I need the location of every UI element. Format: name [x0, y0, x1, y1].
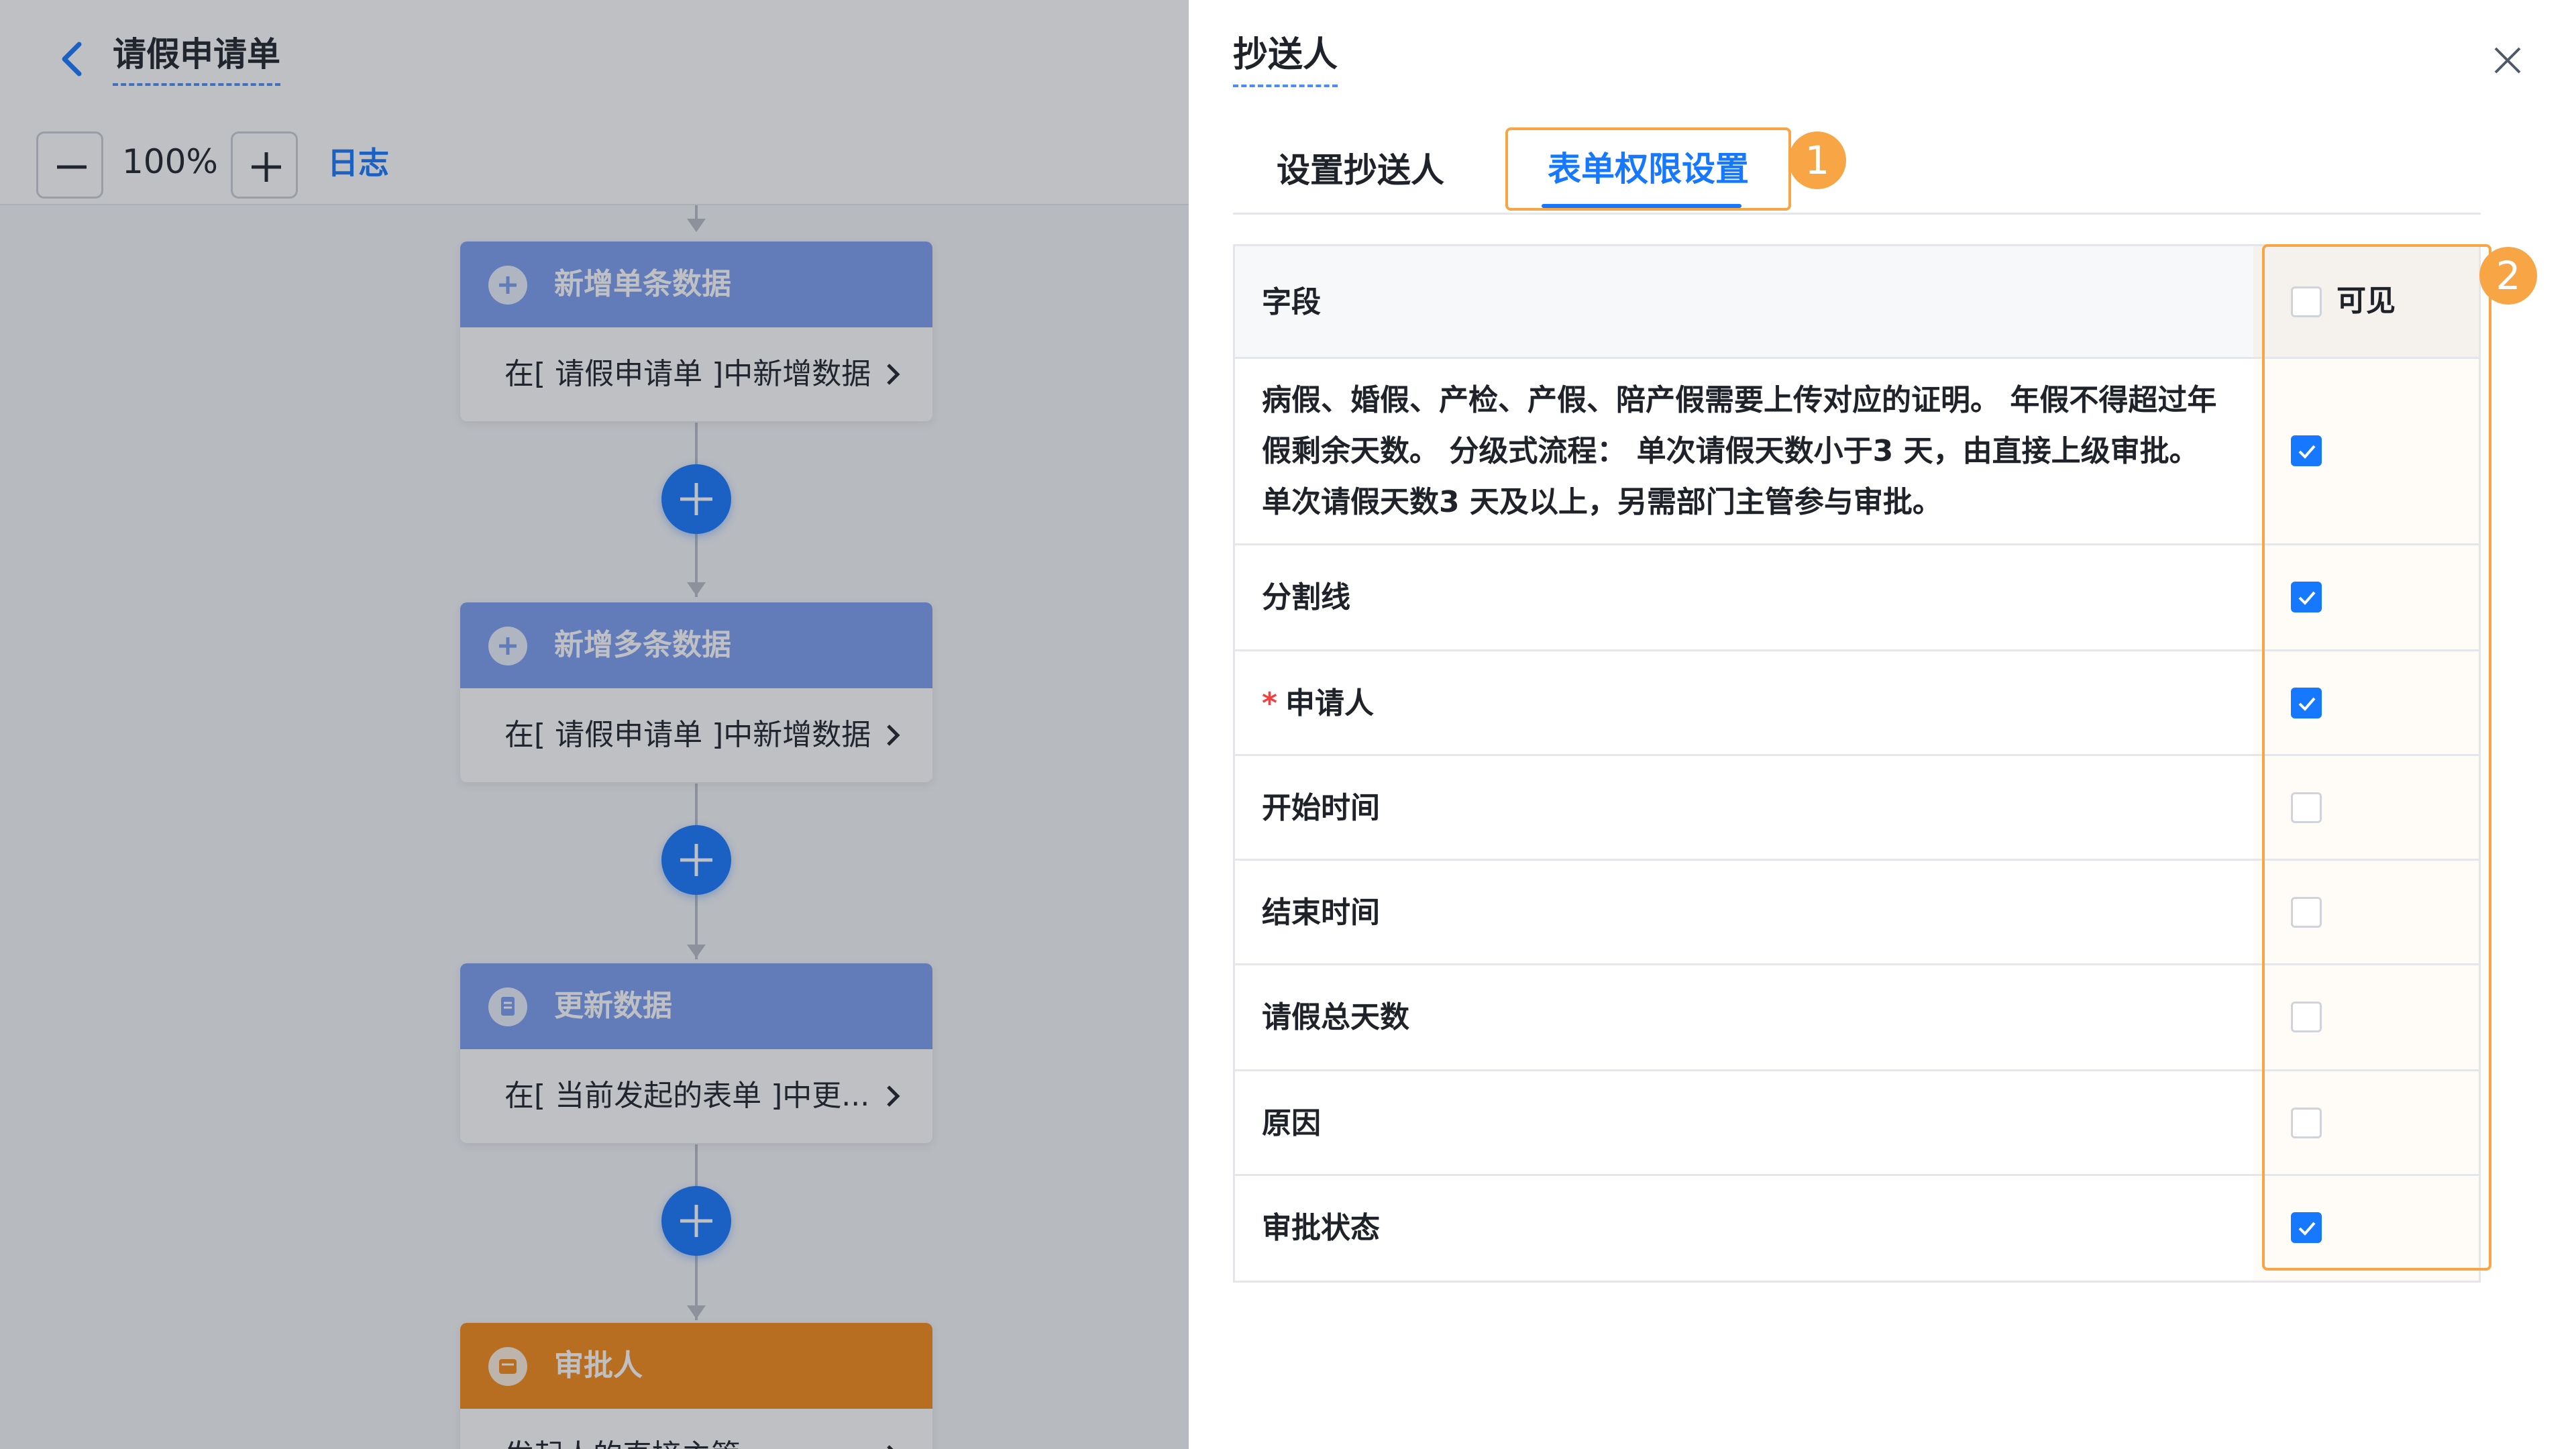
checkmark-icon [2298, 445, 2316, 459]
table-row: 分割线 [1235, 545, 2479, 651]
visible-checkbox[interactable] [2291, 1108, 2322, 1138]
field-name: 分割线 [1262, 580, 1350, 614]
field-name: 审批状态 [1262, 1211, 1380, 1245]
visible-cell [2253, 359, 2479, 543]
checkmark-icon [2298, 697, 2316, 711]
visible-cell [2253, 965, 2479, 1069]
select-all-visible-checkbox[interactable] [2291, 286, 2322, 317]
visible-checkbox[interactable] [2291, 435, 2322, 466]
visible-cell [2253, 861, 2479, 963]
field-name: 病假、婚假、产检、产假、陪产假需要上传对应的证明。 年假不得超过年 假剩余天数。… [1262, 375, 2231, 528]
tab-form-permissions-label: 表单权限设置 [1548, 150, 1749, 189]
visible-cell [2253, 545, 2479, 649]
table-row: 审批状态 [1235, 1176, 2479, 1281]
drawer-tabs: 设置抄送人 表单权限设置 [1233, 127, 2481, 215]
table-row: 原因 [1235, 1071, 2479, 1176]
required-asterisk: * [1262, 686, 1278, 720]
flow-canvas: 请假申请单 100% 日志 新增单条数据 在[ 请假申请单 ]中新增数据 新增多… [0, 0, 1189, 1449]
checkmark-icon [2298, 591, 2316, 605]
table-row: 病假、婚假、产检、产假、陪产假需要上传对应的证明。 年假不得超过年 假剩余天数。… [1235, 359, 2479, 545]
table-row: 请假总天数 [1235, 965, 2479, 1071]
field-text-line: 病假、婚假、产检、产假、陪产假需要上传对应的证明。 年假不得超过年 [1262, 383, 2217, 417]
tab-form-permissions[interactable]: 表单权限设置 [1505, 127, 1791, 211]
modal-overlay[interactable] [0, 0, 1189, 1449]
field-name: 请假总天数 [1262, 1000, 1409, 1034]
table-header-row: 字段 可见 [1235, 246, 2479, 359]
field-text-line: 单次请假天数3 天及以上，另需部门主管参与审批。 [1262, 485, 1942, 519]
visible-checkbox[interactable] [2291, 582, 2322, 612]
visible-cell [2253, 1176, 2479, 1281]
visible-checkbox[interactable] [2291, 897, 2322, 928]
close-icon[interactable] [2490, 43, 2525, 78]
visible-checkbox[interactable] [2291, 688, 2322, 718]
visible-checkbox[interactable] [2291, 792, 2322, 823]
checkmark-icon [2298, 1222, 2316, 1236]
visible-checkbox[interactable] [2291, 1002, 2322, 1032]
cc-settings-drawer: 抄送人 设置抄送人 表单权限设置 1 字段 可见 病假、婚假、产检、产假、陪产假… [1189, 0, 2576, 1449]
visible-checkbox[interactable] [2291, 1212, 2322, 1243]
visible-cell [2253, 651, 2479, 754]
drawer-title: 抄送人 [1233, 31, 1338, 87]
field-name: 结束时间 [1262, 896, 1380, 930]
step-badge-1: 1 [1788, 131, 1846, 189]
table-row: 开始时间 [1235, 756, 2479, 861]
field-name: 原因 [1262, 1106, 1321, 1140]
permission-table: 字段 可见 病假、婚假、产检、产假、陪产假需要上传对应的证明。 年假不得超过年 … [1233, 244, 2481, 1283]
field-text-line: 假剩余天数。 分级式流程： 单次请假天数小于3 天，由直接上级审批。 [1262, 434, 2199, 468]
column-header-visible: 可见 [2253, 246, 2479, 357]
field-label: 申请人 [1285, 686, 1375, 720]
table-row: 结束时间 [1235, 861, 2479, 965]
field-name: 开始时间 [1262, 791, 1380, 825]
field-name: * 申请人 [1262, 678, 2231, 729]
visible-label: 可见 [2337, 284, 2396, 318]
visible-cell [2253, 756, 2479, 859]
tab-set-cc[interactable]: 设置抄送人 [1260, 127, 1461, 213]
active-tab-indicator [1542, 204, 1741, 208]
column-header-field: 字段 [1262, 285, 1321, 319]
visible-cell [2253, 1071, 2479, 1174]
step-badge-2: 2 [2479, 247, 2537, 305]
table-row: * 申请人 [1235, 651, 2479, 756]
